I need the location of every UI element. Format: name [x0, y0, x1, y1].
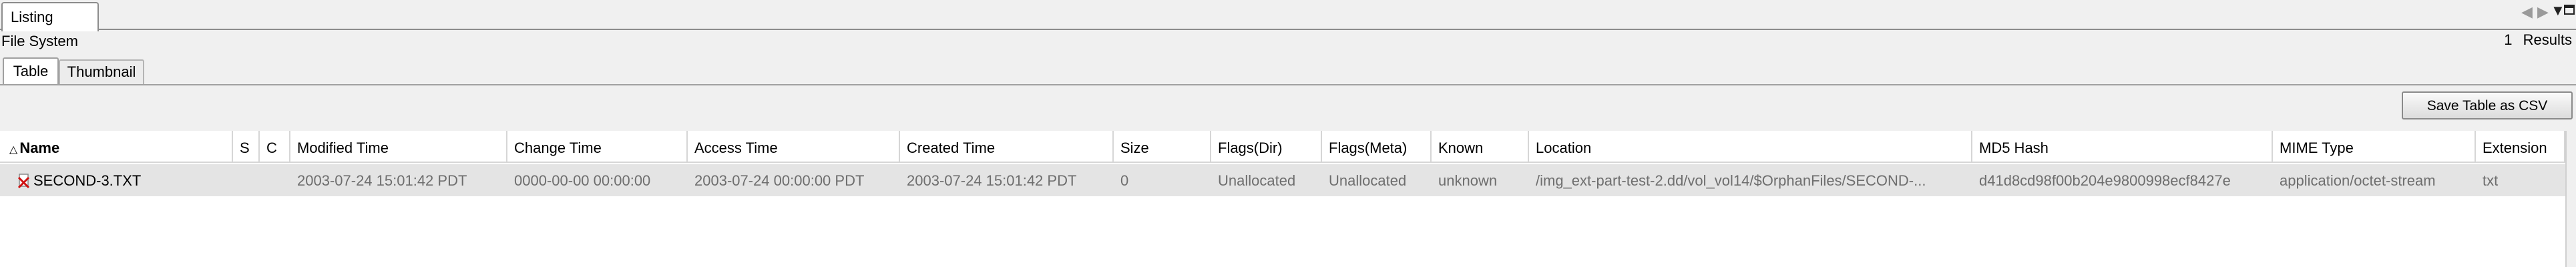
tab-table-label: Table: [13, 63, 49, 79]
vertical-scrollbar[interactable]: [2565, 131, 2576, 267]
column-header-change-time[interactable]: Change Time: [507, 131, 688, 163]
outer-tab-strip: [0, 0, 2576, 30]
column-header-size[interactable]: Size: [1114, 131, 1211, 163]
tab-listing[interactable]: Listing: [1, 2, 99, 31]
column-header-md5-hash[interactable]: MD5 Hash: [1972, 131, 2273, 163]
cell-known[interactable]: unknown: [1432, 164, 1529, 196]
cell-location[interactable]: /img_ext-part-test-2.dd/vol_vol14/$Orpha…: [1529, 164, 1972, 196]
column-header-modified-time[interactable]: Modified Time: [290, 131, 507, 163]
cell-extension[interactable]: txt: [2476, 164, 2565, 196]
triangle-right-icon[interactable]: ▶: [2537, 4, 2549, 20]
triangle-down-icon[interactable]: ▼: [2551, 3, 2565, 19]
column-header-c[interactable]: C: [260, 131, 290, 163]
column-header-known[interactable]: Known: [1432, 131, 1529, 163]
column-header-s[interactable]: S: [233, 131, 260, 163]
maximize-icon[interactable]: [2564, 5, 2575, 15]
column-header-created-time[interactable]: Created Time: [900, 131, 1114, 163]
cell-created-time[interactable]: 2003-07-24 15:01:42 PDT: [900, 164, 1114, 196]
deleted-file-icon: [17, 173, 31, 189]
cell-md5-hash[interactable]: d41d8cd98f00b204e9800998ecf8427e: [1972, 164, 2273, 196]
column-header-flags-dir[interactable]: Flags(Dir): [1211, 131, 1322, 163]
tab-table[interactable]: Table: [3, 57, 59, 85]
tab-thumbnail-label: Thumbnail: [67, 63, 136, 80]
tab-divider: [0, 84, 2576, 85]
column-header-location[interactable]: Location: [1529, 131, 1972, 163]
cell-s[interactable]: [233, 164, 260, 196]
cell-size[interactable]: 0: [1114, 164, 1211, 196]
column-header-name[interactable]: △ Name: [0, 131, 233, 163]
save-table-csv-button[interactable]: Save Table as CSV: [2402, 91, 2573, 119]
column-header-extension[interactable]: Extension: [2476, 131, 2565, 163]
file-system-label: File System: [1, 33, 78, 49]
cell-flags-dir[interactable]: Unallocated: [1211, 164, 1322, 196]
column-header-access-time[interactable]: Access Time: [688, 131, 900, 163]
column-header-flags-meta[interactable]: Flags(Meta): [1322, 131, 1432, 163]
sort-ascending-icon: △: [9, 144, 18, 156]
results-count: 1 Results: [2504, 31, 2572, 48]
cell-c[interactable]: [260, 164, 290, 196]
cell-modified-time[interactable]: 2003-07-24 15:01:42 PDT: [290, 164, 507, 196]
tab-listing-label: Listing: [11, 9, 53, 25]
triangle-left-icon[interactable]: ◀: [2521, 4, 2533, 20]
cell-flags-meta[interactable]: Unallocated: [1322, 164, 1432, 196]
column-header-mime-type[interactable]: MIME Type: [2273, 131, 2476, 163]
tab-thumbnail[interactable]: Thumbnail: [59, 59, 144, 84]
cell-access-time[interactable]: 2003-07-24 00:00:00 PDT: [688, 164, 900, 196]
cell-change-time[interactable]: 0000-00-00 00:00:00: [507, 164, 688, 196]
cell-name[interactable]: SECOND-3.TXT: [0, 164, 233, 196]
cell-mime-type[interactable]: application/octet-stream: [2273, 164, 2476, 196]
